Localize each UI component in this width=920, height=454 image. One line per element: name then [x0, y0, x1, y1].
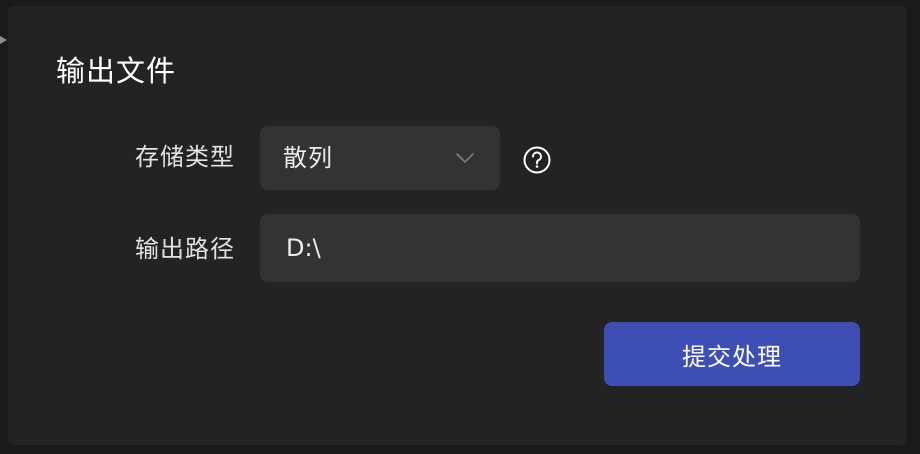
output-path-label: 输出路径	[135, 235, 235, 263]
storage-type-select[interactable]: 散列	[260, 126, 500, 190]
storage-type-value: 散列	[283, 144, 333, 172]
output-path-input[interactable]	[260, 214, 860, 282]
storage-type-label: 存储类型	[135, 143, 235, 171]
chevron-down-icon	[454, 147, 476, 169]
help-icon[interactable]	[522, 145, 552, 175]
page-title: 输出文件	[56, 54, 177, 88]
submit-button[interactable]: 提交处理	[604, 322, 860, 386]
edge-arrow-icon	[0, 36, 7, 44]
output-file-panel: 输出文件 存储类型 散列 输出路径 提交处理	[8, 6, 907, 445]
